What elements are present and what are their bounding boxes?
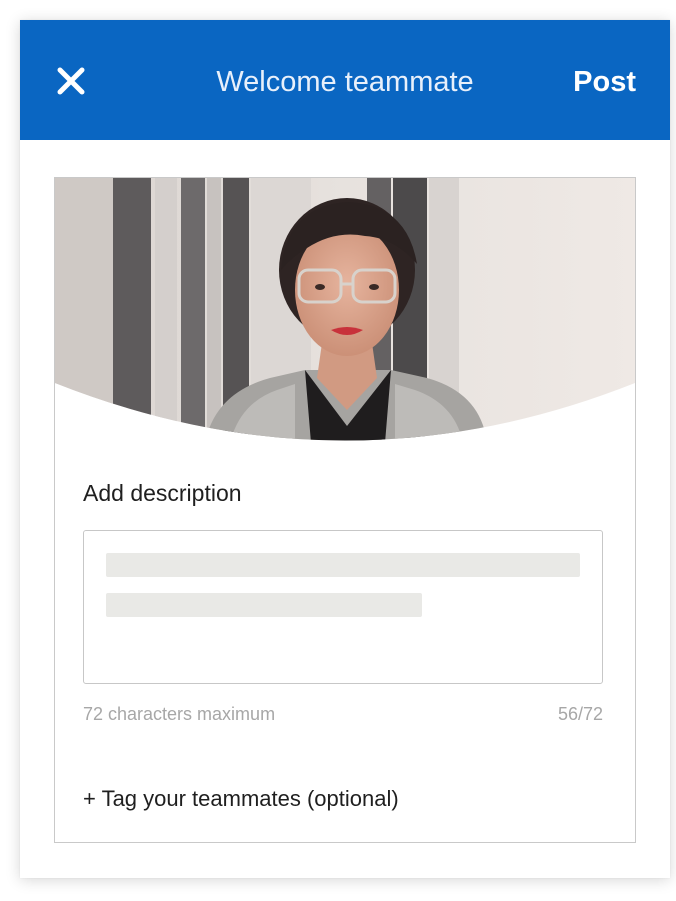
text-placeholder-line	[106, 593, 422, 617]
stage: Welcome teammate Post Add description 72…	[0, 0, 676, 901]
description-textarea[interactable]	[83, 530, 603, 684]
dialog-header: Welcome teammate Post	[20, 20, 670, 140]
post-content-panel: Add description 72 characters maximum 56…	[54, 177, 636, 843]
text-placeholder-line	[106, 553, 580, 577]
description-label: Add description	[83, 480, 242, 506]
character-counter: 56/72	[557, 704, 603, 724]
welcome-teammate-dialog: Welcome teammate Post Add description 72…	[20, 20, 670, 878]
post-button[interactable]: Post	[573, 64, 636, 100]
character-limit-hint: 72 characters maximum	[83, 704, 276, 724]
profile-photo	[55, 178, 635, 443]
tag-teammates-link[interactable]: + Tag your teammates (optional)	[83, 784, 399, 814]
